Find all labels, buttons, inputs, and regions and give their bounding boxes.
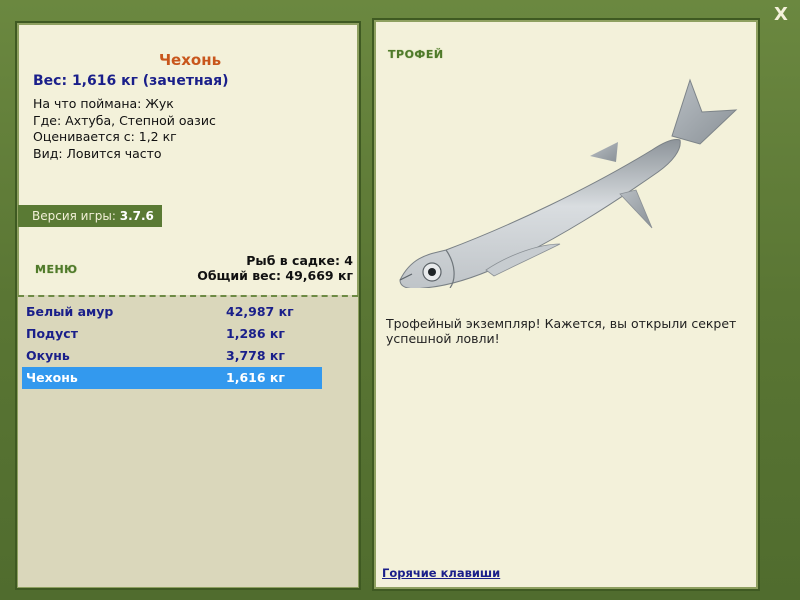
trophy-description: Трофейный экземпляр! Кажется, вы открыли… [386, 316, 737, 346]
menu-button[interactable]: МЕНЮ [35, 263, 78, 276]
fish-list: Белый амур 42,987 кг Подуст 1,286 кг Оку… [18, 295, 358, 587]
list-item-selected[interactable]: Чехонь 1,616 кг [22, 367, 322, 389]
version-bar: Версия игры: 3.7.6 [18, 205, 162, 227]
cage-total-weight: Общий вес: 49,669 кг [197, 268, 353, 283]
fish-title: Чехонь [158, 51, 222, 69]
fish-name: Подуст [26, 326, 78, 341]
version-value: 3.7.6 [119, 209, 154, 223]
version-label: Версия игры: [32, 209, 116, 223]
rated-from-text: Оценивается с: 1,2 кг [33, 129, 177, 144]
right-panel: ТРОФЕЙ Трофейный экземпляр! Кажется, вы … [372, 18, 760, 591]
fish-weight-value: 1,616 кг [226, 370, 285, 385]
list-item[interactable]: Подуст 1,286 кг [22, 323, 322, 345]
cage-count: Рыб в садке: 4 [246, 253, 353, 268]
fish-weight: Вес: 1,616 кг (зачетная) [33, 73, 229, 89]
caught-on-text: На что поймана: Жук [33, 96, 174, 111]
fish-image [399, 78, 738, 288]
fish-name: Белый амур [26, 304, 114, 319]
fish-info: На что поймана: Жук Где: Ахтуба, Степной… [33, 96, 216, 162]
frequency-text: Вид: Ловится часто [33, 145, 162, 161]
fish-weight-value: 1,286 кг [226, 326, 285, 341]
fish-weight-value: 3,778 кг [226, 348, 285, 363]
fish-name: Чехонь [26, 370, 78, 385]
left-panel: Чехонь Вес: 1,616 кг (зачетная) На что п… [15, 21, 361, 590]
hotkeys-link[interactable]: Горячие клавиши [382, 566, 500, 580]
fish-name: Окунь [26, 348, 70, 363]
list-item[interactable]: Белый амур 42,987 кг [22, 301, 322, 323]
list-item[interactable]: Окунь 3,778 кг [22, 345, 322, 367]
location-text: Где: Ахтуба, Степной оазис [33, 112, 216, 128]
cage-info: Рыб в садке: 4 Общий вес: 49,669 кг [197, 253, 353, 283]
close-button[interactable]: X [770, 4, 792, 26]
fish-weight-value: 42,987 кг [226, 304, 294, 319]
